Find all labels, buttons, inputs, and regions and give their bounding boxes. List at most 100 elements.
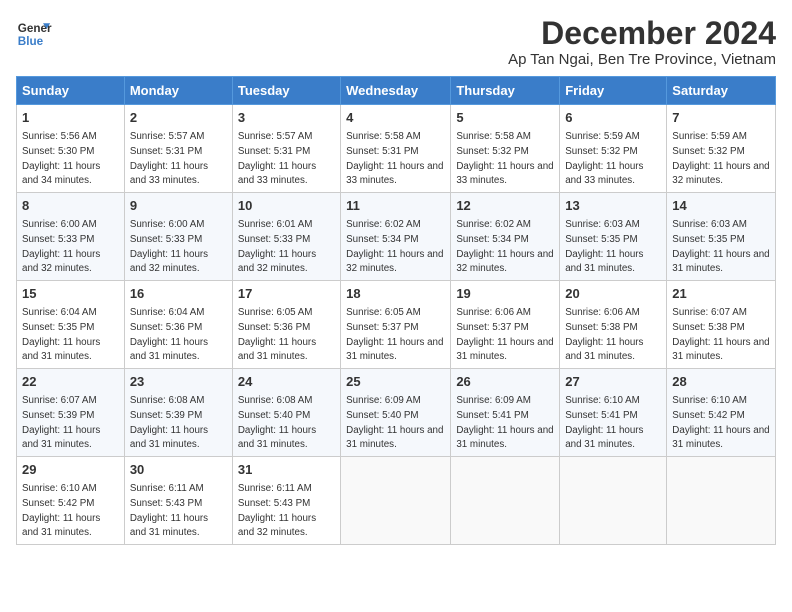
calendar-cell: 18 Sunrise: 6:05 AMSunset: 5:37 PMDayligh… (341, 281, 451, 369)
calendar-cell: 19 Sunrise: 6:06 AMSunset: 5:37 PMDayligh… (451, 281, 560, 369)
day-number: 17 (238, 285, 335, 303)
day-info: Sunrise: 6:06 AMSunset: 5:38 PMDaylight:… (565, 307, 643, 362)
day-number: 24 (238, 373, 335, 391)
calendar-week-1: 1 Sunrise: 5:56 AMSunset: 5:30 PMDaylight… (17, 105, 776, 193)
day-number: 15 (22, 285, 119, 303)
day-info: Sunrise: 5:57 AMSunset: 5:31 PMDaylight:… (130, 131, 208, 186)
day-info: Sunrise: 6:02 AMSunset: 5:34 PMDaylight:… (456, 219, 553, 274)
day-number: 25 (346, 373, 445, 391)
calendar-cell: 12 Sunrise: 6:02 AMSunset: 5:34 PMDayligh… (451, 193, 560, 281)
calendar-header: SundayMondayTuesdayWednesdayThursdayFrid… (17, 77, 776, 105)
day-header-thursday: Thursday (451, 77, 560, 105)
day-header-sunday: Sunday (17, 77, 125, 105)
day-info: Sunrise: 6:06 AMSunset: 5:37 PMDaylight:… (456, 307, 553, 362)
calendar-cell (560, 457, 667, 545)
day-number: 12 (456, 197, 554, 215)
day-number: 20 (565, 285, 661, 303)
day-info: Sunrise: 6:09 AMSunset: 5:41 PMDaylight:… (456, 395, 553, 450)
calendar-cell: 14 Sunrise: 6:03 AMSunset: 5:35 PMDayligh… (667, 193, 776, 281)
calendar-cell: 23Sunrise: 6:08 AMSunset: 5:39 PMDayligh… (124, 369, 232, 457)
day-number: 23 (130, 373, 227, 391)
calendar-week-3: 15 Sunrise: 6:04 AMSunset: 5:35 PMDayligh… (17, 281, 776, 369)
calendar-week-4: 22Sunrise: 6:07 AMSunset: 5:39 PMDayligh… (17, 369, 776, 457)
title-block: December 2024 Ap Tan Ngai, Ben Tre Provi… (508, 16, 776, 68)
day-info: Sunrise: 6:11 AMSunset: 5:43 PMDaylight:… (130, 483, 208, 538)
calendar-cell: 10 Sunrise: 6:01 AMSunset: 5:33 PMDayligh… (232, 193, 340, 281)
day-number: 21 (672, 285, 770, 303)
day-number: 30 (130, 461, 227, 479)
day-number: 28 (672, 373, 770, 391)
calendar-cell: 4 Sunrise: 5:58 AMSunset: 5:31 PMDaylight… (341, 105, 451, 193)
day-number: 22 (22, 373, 119, 391)
day-number: 18 (346, 285, 445, 303)
calendar-cell: 28 Sunrise: 6:10 AMSunset: 5:42 PMDayligh… (667, 369, 776, 457)
calendar-cell: 15 Sunrise: 6:04 AMSunset: 5:35 PMDayligh… (17, 281, 125, 369)
calendar-cell: 20 Sunrise: 6:06 AMSunset: 5:38 PMDayligh… (560, 281, 667, 369)
day-number: 13 (565, 197, 661, 215)
day-number: 14 (672, 197, 770, 215)
day-info: Sunrise: 6:03 AMSunset: 5:35 PMDaylight:… (565, 219, 643, 274)
day-number: 9 (130, 197, 227, 215)
page-title: December 2024 (508, 16, 776, 51)
calendar-cell (667, 457, 776, 545)
page-header: General Blue General Blue December 2024 … (16, 16, 776, 68)
calendar-cell: 1 Sunrise: 5:56 AMSunset: 5:30 PMDaylight… (17, 105, 125, 193)
day-number: 27 (565, 373, 661, 391)
day-info: Sunrise: 6:07 AMSunset: 5:38 PMDaylight:… (672, 307, 769, 362)
day-number: 19 (456, 285, 554, 303)
calendar-cell: 8 Sunrise: 6:00 AMSunset: 5:33 PMDaylight… (17, 193, 125, 281)
calendar-cell: 21 Sunrise: 6:07 AMSunset: 5:38 PMDayligh… (667, 281, 776, 369)
day-info: Sunrise: 6:04 AMSunset: 5:36 PMDaylight:… (130, 307, 208, 362)
day-info: Sunrise: 6:03 AMSunset: 5:35 PMDaylight:… (672, 219, 769, 274)
calendar-cell: 27 Sunrise: 6:10 AMSunset: 5:41 PMDayligh… (560, 369, 667, 457)
day-info: Sunrise: 6:00 AMSunset: 5:33 PMDaylight:… (130, 219, 208, 274)
day-number: 16 (130, 285, 227, 303)
calendar-week-2: 8 Sunrise: 6:00 AMSunset: 5:33 PMDaylight… (17, 193, 776, 281)
day-number: 11 (346, 197, 445, 215)
calendar-cell: 30 Sunrise: 6:11 AMSunset: 5:43 PMDayligh… (124, 457, 232, 545)
calendar-cell: 22Sunrise: 6:07 AMSunset: 5:39 PMDayligh… (17, 369, 125, 457)
day-info: Sunrise: 6:08 AMSunset: 5:40 PMDaylight:… (238, 395, 316, 450)
day-number: 1 (22, 109, 119, 127)
day-header-saturday: Saturday (667, 77, 776, 105)
day-info: Sunrise: 6:10 AMSunset: 5:42 PMDaylight:… (672, 395, 769, 450)
calendar-cell: 2Sunrise: 5:57 AMSunset: 5:31 PMDaylight… (124, 105, 232, 193)
calendar-cell: 17Sunrise: 6:05 AMSunset: 5:36 PMDayligh… (232, 281, 340, 369)
day-info: Sunrise: 5:58 AMSunset: 5:31 PMDaylight:… (346, 131, 443, 186)
calendar-cell: 11 Sunrise: 6:02 AMSunset: 5:34 PMDayligh… (341, 193, 451, 281)
day-header-friday: Friday (560, 77, 667, 105)
day-info: Sunrise: 6:02 AMSunset: 5:34 PMDaylight:… (346, 219, 443, 274)
calendar-cell (451, 457, 560, 545)
page-subtitle: Ap Tan Ngai, Ben Tre Province, Vietnam (508, 51, 776, 68)
day-info: Sunrise: 6:10 AMSunset: 5:42 PMDaylight:… (22, 483, 100, 538)
day-info: Sunrise: 5:58 AMSunset: 5:32 PMDaylight:… (456, 131, 553, 186)
day-number: 26 (456, 373, 554, 391)
day-number: 3 (238, 109, 335, 127)
day-info: Sunrise: 6:04 AMSunset: 5:35 PMDaylight:… (22, 307, 100, 362)
calendar-cell: 16 Sunrise: 6:04 AMSunset: 5:36 PMDayligh… (124, 281, 232, 369)
calendar-cell: 25 Sunrise: 6:09 AMSunset: 5:40 PMDayligh… (341, 369, 451, 457)
day-info: Sunrise: 6:01 AMSunset: 5:33 PMDaylight:… (238, 219, 316, 274)
logo-icon: General Blue (16, 16, 52, 52)
calendar-cell: 6Sunrise: 5:59 AMSunset: 5:32 PMDaylight… (560, 105, 667, 193)
calendar-cell: 9 Sunrise: 6:00 AMSunset: 5:33 PMDaylight… (124, 193, 232, 281)
day-number: 31 (238, 461, 335, 479)
day-info: Sunrise: 5:56 AMSunset: 5:30 PMDaylight:… (22, 131, 100, 186)
day-info: Sunrise: 6:10 AMSunset: 5:41 PMDaylight:… (565, 395, 643, 450)
calendar-cell: 24 Sunrise: 6:08 AMSunset: 5:40 PMDayligh… (232, 369, 340, 457)
logo: General Blue General Blue (16, 16, 52, 52)
calendar-cell: 13 Sunrise: 6:03 AMSunset: 5:35 PMDayligh… (560, 193, 667, 281)
day-number: 4 (346, 109, 445, 127)
calendar-cell: 5Sunrise: 5:58 AMSunset: 5:32 PMDaylight… (451, 105, 560, 193)
svg-text:Blue: Blue (18, 35, 44, 48)
day-info: Sunrise: 6:00 AMSunset: 5:33 PMDaylight:… (22, 219, 100, 274)
day-number: 6 (565, 109, 661, 127)
day-header-monday: Monday (124, 77, 232, 105)
day-info: Sunrise: 6:09 AMSunset: 5:40 PMDaylight:… (346, 395, 443, 450)
day-info: Sunrise: 6:11 AMSunset: 5:43 PMDaylight:… (238, 483, 316, 538)
day-number: 7 (672, 109, 770, 127)
day-number: 8 (22, 197, 119, 215)
calendar-cell: 3Sunrise: 5:57 AMSunset: 5:31 PMDaylight… (232, 105, 340, 193)
day-info: Sunrise: 6:05 AMSunset: 5:37 PMDaylight:… (346, 307, 443, 362)
day-number: 10 (238, 197, 335, 215)
